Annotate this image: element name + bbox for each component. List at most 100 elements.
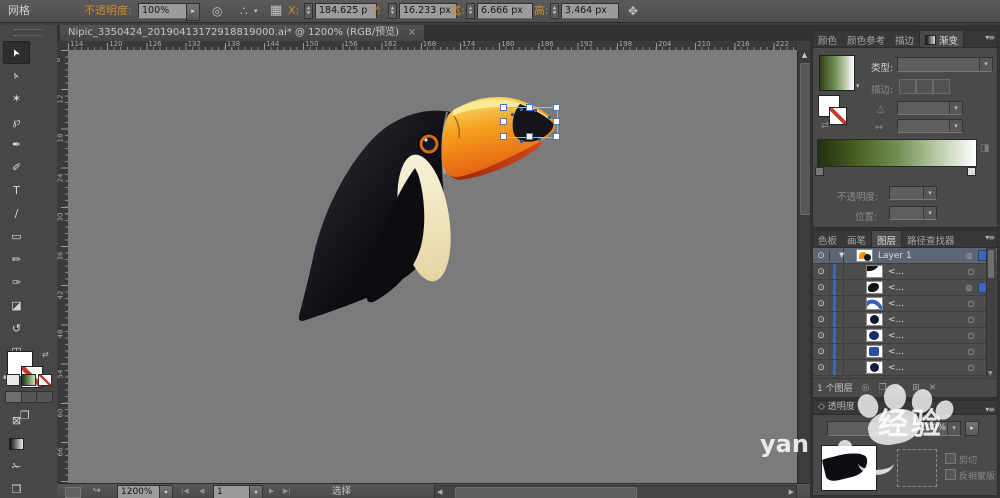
visibility-eye-icon[interactable]: ⊙	[813, 298, 830, 309]
stroke-gradient-within-button[interactable]	[899, 79, 916, 94]
magic-wand-tool[interactable]: ✶	[3, 87, 30, 110]
layer-label[interactable]: <...	[888, 267, 904, 277]
blend-tool[interactable]: ❒	[3, 478, 30, 498]
visibility-eye-icon[interactable]: ⊙	[813, 346, 830, 357]
stroke-gradient-across-button[interactable]	[933, 79, 950, 94]
layer-label[interactable]: <...	[888, 331, 904, 341]
dim-field-stepper[interactable]: ▲ ▼	[466, 3, 475, 19]
gradient-tab-渐变[interactable]: 渐变	[919, 31, 965, 47]
layer-label[interactable]: Layer 1	[878, 251, 912, 261]
last-artboard-icon[interactable]: ▶|	[283, 484, 291, 498]
clip-checkbox[interactable]	[945, 453, 956, 464]
anchor-point[interactable]	[511, 113, 514, 116]
next-artboard-icon[interactable]: ▶	[269, 484, 274, 498]
tools-panel-grip[interactable]	[14, 29, 42, 36]
dim-field-value[interactable]: 6.666 px	[477, 3, 533, 19]
drawing-modes-bar[interactable]	[5, 391, 54, 403]
layers-scroll-down-icon[interactable]: ▼	[988, 370, 993, 377]
invert-mask-checkbox[interactable]	[945, 469, 956, 480]
selection-handle[interactable]	[553, 133, 560, 140]
scroll-right-icon[interactable]: ▶	[789, 486, 794, 498]
path-row[interactable]: ⊙ <... ○	[813, 264, 997, 280]
gradient-tab-颜色参考[interactable]: 颜色参考	[842, 31, 890, 47]
layer-label[interactable]: <...	[888, 363, 904, 373]
make-clip-mask-icon[interactable]: ❐	[878, 383, 886, 393]
gradient-angle-dropdown[interactable]: ▾	[897, 101, 963, 115]
layer-label[interactable]: <...	[888, 299, 904, 309]
transparency-panel-header[interactable]: ◇ 透明度 ▾≡	[813, 401, 997, 415]
swap-fill-stroke-icon[interactable]: ⇄	[42, 350, 49, 359]
new-sublayer-icon[interactable]: ↳	[896, 383, 904, 393]
dim-field-stepper[interactable]: ▲ ▼	[388, 3, 397, 19]
horizontal-scrollbar[interactable]: ◀ ▶	[434, 485, 797, 498]
stop-location-dropdown[interactable]: ▾	[889, 206, 937, 220]
visibility-eye-icon[interactable]: ⊙	[813, 250, 830, 261]
layer-thumbnail-navy-dot[interactable]	[866, 361, 883, 374]
draw-behind-button[interactable]	[21, 391, 38, 403]
object-thumbnail[interactable]	[821, 445, 877, 491]
free-transform-icon[interactable]: ✥	[628, 0, 638, 22]
panel-menu-icon[interactable]: ▾≡	[985, 33, 995, 42]
zoom-level-field[interactable]: 1200%	[117, 485, 161, 498]
canvas[interactable]	[68, 50, 797, 483]
fill-mode-none-button[interactable]	[38, 374, 52, 386]
recolor-artwork-icon[interactable]: ∴	[240, 0, 248, 22]
gradient-tool[interactable]	[3, 432, 30, 455]
layers-tab-图层[interactable]: 图层	[871, 231, 903, 247]
draw-normal-button[interactable]	[5, 391, 22, 403]
target-circle-icon[interactable]: ○	[964, 347, 978, 356]
stop-opacity-dropdown[interactable]: ▾	[889, 186, 937, 200]
horizontal-scroll-thumb[interactable]	[455, 487, 637, 498]
anchor-point[interactable]	[548, 116, 551, 119]
gradient-aspect-dropdown[interactable]: ▾	[897, 119, 963, 133]
selection-handle[interactable]	[500, 133, 507, 140]
gradient-stroke-proxy[interactable]	[829, 107, 847, 125]
pencil-tool[interactable]: ✏	[3, 248, 30, 271]
panel-menu-icon[interactable]: ▾≡	[985, 233, 995, 242]
target-circle-icon[interactable]: ◎	[962, 283, 976, 292]
eraser-tool[interactable]: ◪	[3, 294, 30, 317]
selection-handle[interactable]	[500, 118, 507, 125]
layer-label[interactable]: <...	[888, 315, 904, 325]
layer-thumbnail-black-blob[interactable]	[866, 281, 883, 294]
gradient-tab-颜色[interactable]: 颜色	[813, 31, 842, 47]
layer-thumbnail-beak-tip[interactable]	[866, 265, 883, 278]
paintbrush-tool[interactable]: ✐	[3, 156, 30, 179]
rotate-tool[interactable]: ↺	[3, 317, 30, 340]
vertical-scrollbar[interactable]: ▲	[797, 50, 811, 483]
dim-field-value[interactable]: 3.464 px	[561, 3, 619, 19]
selection-handle[interactable]	[526, 133, 533, 140]
gradient-swatch-dropdown-icon[interactable]: ▾	[856, 82, 860, 90]
target-circle-icon[interactable]: ○	[964, 267, 978, 276]
visibility-eye-icon[interactable]: ⊙	[813, 266, 830, 277]
gradient-fill-swatch[interactable]	[819, 55, 855, 91]
dim-field-value[interactable]: 184.625 p	[315, 3, 377, 19]
gradient-slider[interactable]	[817, 139, 977, 167]
anchor-point[interactable]	[520, 140, 523, 143]
opacity-label[interactable]: 不透明度:	[84, 0, 132, 22]
close-tab-icon[interactable]: ×	[408, 27, 416, 38]
pen-tool[interactable]: ✒	[3, 133, 30, 156]
delete-layer-icon[interactable]: ✕	[929, 383, 937, 393]
path-row[interactable]: ⊙ <... ○	[813, 360, 997, 376]
blob-brush-tool[interactable]: ✑	[3, 271, 30, 294]
screen-mode-icon[interactable]: ❐	[20, 409, 30, 422]
previous-artboard-icon[interactable]: ◀	[199, 484, 204, 498]
export-arrow-icon[interactable]: ↪	[93, 484, 101, 498]
document-tab[interactable]: Nipic_3350424_20190413172918819000.ai* @…	[60, 25, 425, 41]
layers-tab-路径查找器[interactable]: 路径查找器	[902, 231, 960, 247]
selection-handle[interactable]	[500, 104, 507, 111]
layer-label[interactable]: <...	[888, 283, 904, 293]
eyedropper-tool[interactable]: ✁	[3, 455, 30, 478]
opacity-spinner-button[interactable]: ▸	[965, 421, 979, 436]
gradient-tab-描边[interactable]: 描边	[890, 31, 919, 47]
layers-scrollbar[interactable]: ▼	[986, 248, 996, 377]
path-row[interactable]: ⊙ <... ○	[813, 312, 997, 328]
style-circle-icon[interactable]: ◎	[212, 0, 222, 22]
stroke-gradient-along-button[interactable]	[916, 79, 933, 94]
artboard-number-field[interactable]: 1	[213, 485, 251, 498]
artboard-dropdown-button[interactable]: ▾	[249, 485, 263, 498]
anchor-point[interactable]	[520, 108, 523, 111]
locate-object-icon[interactable]: ◎	[862, 383, 870, 393]
layers-tab-色板[interactable]: 色板	[813, 231, 842, 247]
